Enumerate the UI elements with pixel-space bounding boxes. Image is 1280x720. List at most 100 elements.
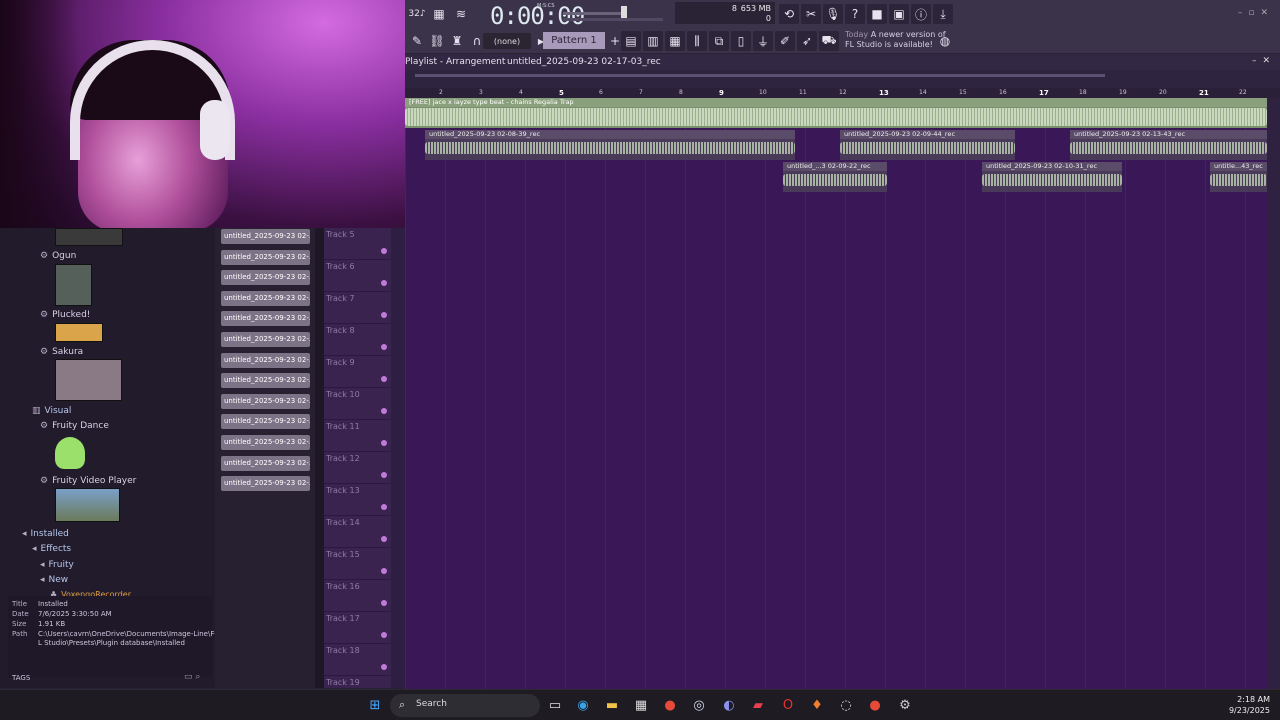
track-header[interactable]: Track 11 [324, 420, 391, 452]
track-header[interactable]: Track 8 [324, 324, 391, 356]
browser-item-fruity-dance[interactable]: ⚙ Fruity Dance [40, 421, 109, 431]
recorded-clip-item[interactable]: untitled_2025-09-23 02-... [221, 270, 310, 286]
video-thumbnail[interactable] [55, 488, 120, 522]
save-icon[interactable]: ■ [867, 4, 887, 24]
mixer-icon[interactable]: ▤ [621, 31, 641, 51]
plugin-thumbnail[interactable] [55, 323, 103, 342]
track-header[interactable]: Track 13 [324, 484, 391, 516]
start-icon[interactable]: ⊞ [366, 696, 384, 714]
news-panel[interactable]: Today A newer version of FL Studio is av… [845, 30, 946, 50]
recorded-clip-item[interactable]: untitled_2025-09-23 02-... [221, 249, 310, 265]
track-header[interactable]: Track 14 [324, 516, 391, 548]
cut-icon[interactable]: ✂ [801, 4, 821, 24]
app-icon[interactable]: ▰ [749, 696, 767, 714]
recorded-clip-item[interactable]: untitled_2025-09-23 02-... [221, 352, 310, 368]
snap-select[interactable]: (none) [483, 33, 531, 49]
master-pitch-slider[interactable] [563, 18, 663, 21]
browser-folder-effects[interactable]: ◂ Effects [32, 544, 71, 554]
pattern-selector[interactable]: Pattern 1 [543, 32, 605, 49]
track-enable-dot[interactable] [381, 280, 387, 286]
help-icon[interactable]: ? [845, 4, 865, 24]
mic-icon[interactable]: 🎙 [823, 4, 843, 24]
recorded-clip-item[interactable]: untitled_2025-09-23 02-... [221, 414, 310, 430]
link-icon[interactable]: ⛓ [427, 31, 447, 51]
info-icon[interactable]: ⓘ [911, 4, 931, 24]
browser-folder-visual[interactable]: ▥ Visual [32, 406, 71, 416]
playlist-title-bar[interactable]: Playlist - Arrangement untitled_2025-09-… [405, 54, 1280, 70]
opera-icon[interactable]: O [779, 696, 797, 714]
channel-rack-icon[interactable]: ▥ [643, 31, 663, 51]
plugin-thumbnail[interactable] [55, 359, 122, 401]
search-icon[interactable]: ▭ ⌕ [184, 672, 200, 682]
browser-folder-new[interactable]: ◂ New [40, 575, 68, 585]
track-enable-dot[interactable] [381, 440, 387, 446]
track-enable-dot[interactable] [381, 632, 387, 638]
discord-icon[interactable]: ◐ [720, 696, 738, 714]
task-view-icon[interactable]: ▭ [546, 696, 564, 714]
browser-item-sakura[interactable]: ⚙ Sakura [40, 347, 83, 357]
plugin-thumbnail[interactable] [55, 264, 92, 306]
recorded-clip-item[interactable]: untitled_2025-09-23 02-... [221, 476, 310, 492]
recorded-clip-item[interactable]: untitled_2025-09-23 02-... [221, 373, 310, 389]
settings-icon[interactable]: ⚙ [896, 696, 914, 714]
track-enable-dot[interactable] [381, 376, 387, 382]
taskbar-clock[interactable]: 2:18 AM 9/23/2025 [1229, 694, 1270, 716]
cart-icon[interactable]: ⛟ [819, 31, 839, 51]
edge-icon[interactable]: ◉ [574, 696, 592, 714]
mixer-faders-icon[interactable]: ⫼ [687, 31, 707, 51]
plugin-icon[interactable]: ▣ [889, 4, 909, 24]
chrome-icon[interactable]: ● [661, 696, 679, 714]
arrangement-grid[interactable]: [FREE] jace x iayze type beat - chains R… [405, 98, 1267, 689]
track-header[interactable]: Track 7 [324, 292, 391, 324]
chrome-icon[interactable]: ● [866, 696, 884, 714]
track-header[interactable]: Track 18 [324, 644, 391, 676]
track-header[interactable]: Track 5 [324, 228, 391, 260]
feather-icon[interactable]: ➶ [797, 31, 817, 51]
browser-item-fruity-video[interactable]: ⚙ Fruity Video Player [40, 476, 136, 486]
track-enable-dot[interactable] [381, 568, 387, 574]
track-enable-dot[interactable] [381, 408, 387, 414]
download-icon[interactable]: ⤓ [933, 4, 953, 24]
track-enable-dot[interactable] [381, 536, 387, 542]
store-icon[interactable]: ▦ [632, 696, 650, 714]
track-header[interactable]: Track 9 [324, 356, 391, 388]
browser-item-ogun[interactable]: ⚙ Ogun [40, 251, 76, 261]
audio-clip[interactable]: untitled_...3 02-09-22_rec [783, 162, 887, 192]
track-enable-dot[interactable] [381, 344, 387, 350]
track-enable-dot[interactable] [381, 664, 387, 670]
track-header[interactable]: Track 12 [324, 452, 391, 484]
track-enable-dot[interactable] [381, 472, 387, 478]
brush-icon[interactable]: ✐ [775, 31, 795, 51]
track-header[interactable]: Track 17 [324, 612, 391, 644]
beat-clip[interactable]: [FREE] jace x iayze type beat - chains R… [405, 98, 1267, 128]
track-enable-dot[interactable] [381, 312, 387, 318]
recorded-clip-item[interactable]: untitled_2025-09-23 02-... [221, 290, 310, 306]
browser-folder-fruity[interactable]: ◂ Fruity [40, 560, 74, 570]
recorded-clip-item[interactable]: untitled_2025-09-23 02-... [221, 393, 310, 409]
track-enable-dot[interactable] [381, 248, 387, 254]
steam-icon[interactable]: ◎ [690, 696, 708, 714]
pencil-icon[interactable]: ✎ [407, 31, 427, 51]
globe-icon[interactable]: ◍ [935, 31, 955, 51]
horizontal-scrollbar[interactable] [405, 70, 1280, 88]
track-header[interactable]: Track 16 [324, 580, 391, 612]
track-resize-handle[interactable] [391, 228, 405, 688]
dancer-thumbnail[interactable] [55, 437, 85, 469]
routing-icon[interactable]: ⧉ [709, 31, 729, 51]
wave-icon[interactable]: ≋ [451, 4, 471, 24]
audio-clip[interactable]: untitled_2025-09-23 02-09-44_rec [840, 130, 1015, 160]
browser-icon[interactable]: ▯ [731, 31, 751, 51]
track-enable-dot[interactable] [381, 600, 387, 606]
playlist-file[interactable]: untitled_2025-09-23 02-17-03_rec [507, 57, 661, 67]
recorded-clip-item[interactable]: untitled_2025-09-23 02-... [221, 311, 310, 327]
keyboard-icon[interactable]: ▦ [429, 4, 449, 24]
piano-roll-icon[interactable]: ▦ [665, 31, 685, 51]
track-header[interactable]: Track 10 [324, 388, 391, 420]
file-explorer-icon[interactable]: ▬ [603, 696, 621, 714]
undo-icon[interactable]: ⟲ [779, 4, 799, 24]
audio-clip[interactable]: untitled_2025-09-23 02-08-39_rec [425, 130, 795, 160]
recorded-clip-item[interactable]: untitled_2025-09-23 02-... [221, 332, 310, 347]
vertical-scrollbar[interactable] [1267, 98, 1280, 689]
track-header[interactable]: Track 15 [324, 548, 391, 580]
obs-icon[interactable]: ◌ [837, 696, 855, 714]
